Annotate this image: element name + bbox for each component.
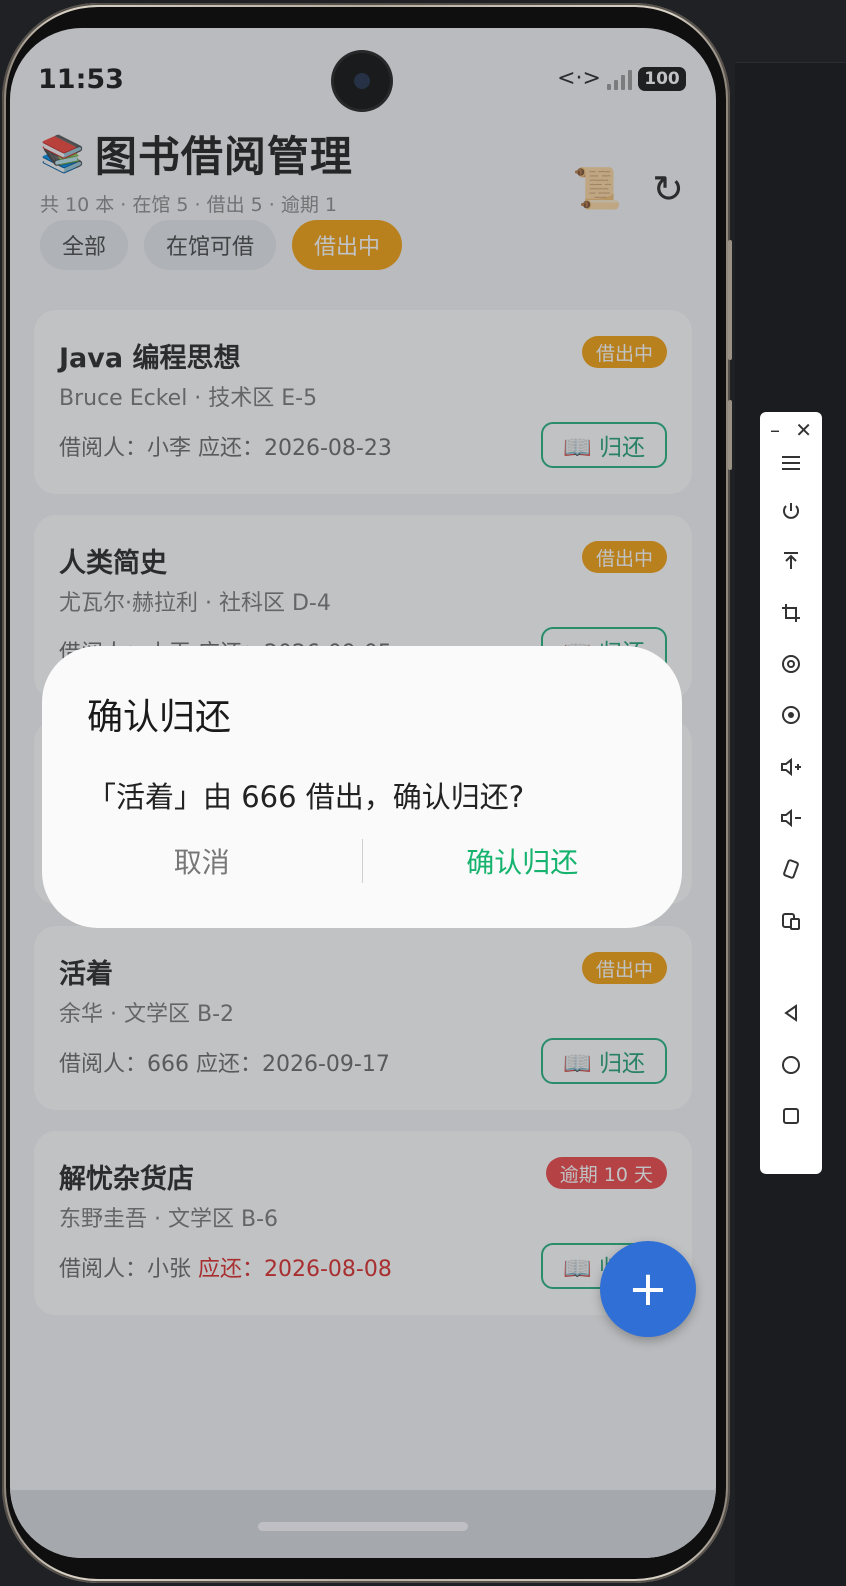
close-button[interactable]: ✕ <box>795 418 812 442</box>
minimize-button[interactable]: – <box>770 418 780 442</box>
power-icon[interactable] <box>760 494 822 528</box>
multi-device-icon[interactable] <box>760 904 822 938</box>
back-icon[interactable] <box>760 996 822 1030</box>
rotate-icon[interactable] <box>760 647 822 681</box>
dialog-message: 「活着」由 666 借出，确认归还? <box>87 780 525 814</box>
crop-icon[interactable] <box>760 596 822 630</box>
emulator-toolbar: – ✕ <box>760 412 822 1174</box>
upload-icon[interactable] <box>760 544 822 578</box>
confirm-return-button[interactable]: 确认归还 <box>363 841 683 881</box>
recents-icon[interactable] <box>760 1099 822 1133</box>
volume-down-icon[interactable] <box>760 801 822 835</box>
dialog-actions: 取消 确认归还 <box>42 838 682 884</box>
home-indicator[interactable] <box>258 1522 468 1531</box>
cancel-button[interactable]: 取消 <box>42 841 362 881</box>
power-button <box>728 400 732 470</box>
rotate-device-icon[interactable] <box>760 852 822 886</box>
home-icon[interactable] <box>760 1048 822 1082</box>
volume-up-icon[interactable] <box>760 750 822 784</box>
dialog-title: 确认归还 <box>87 697 232 738</box>
phone-screen: 11:53 <·> 100 📚 图书借阅管理 共 10 本 · 在馆 5 · 借… <box>10 28 716 1558</box>
volume-button <box>728 240 732 360</box>
menu-icon[interactable] <box>760 446 822 480</box>
add-book-button[interactable]: + <box>600 1241 696 1337</box>
confirm-return-dialog: 确认归还 「活着」由 666 借出，确认归还? 取消 确认归还 <box>42 646 682 928</box>
location-icon[interactable] <box>760 698 822 732</box>
